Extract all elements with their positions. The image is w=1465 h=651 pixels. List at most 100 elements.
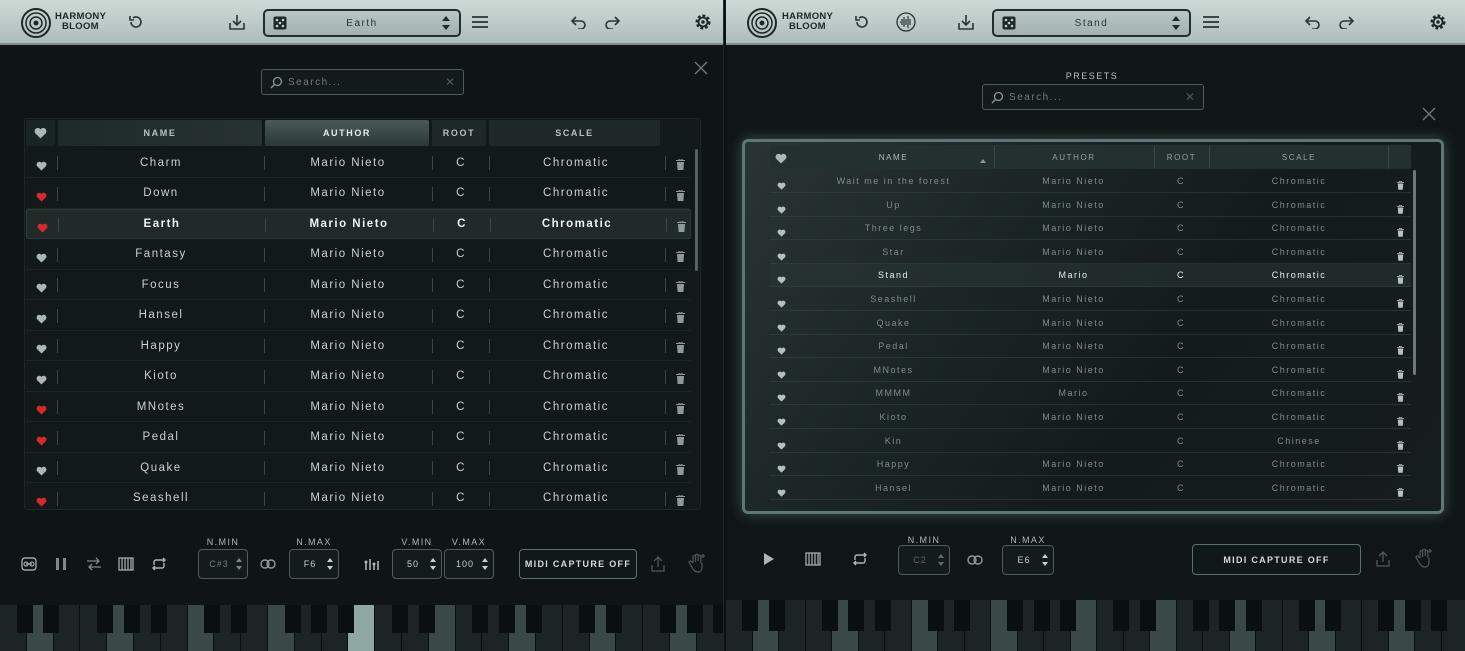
delete-trash-icon[interactable] [1397, 177, 1404, 195]
delete-trash-icon[interactable] [676, 188, 685, 206]
black-key[interactable] [150, 605, 167, 633]
table-row[interactable]: Three legs Mario Nieto C Chromatic [770, 217, 1411, 241]
stepper-arrows-icon[interactable] [327, 556, 333, 572]
delete-trash-icon[interactable] [676, 493, 685, 510]
favorite-heart-icon[interactable] [777, 248, 786, 266]
column-header-author[interactable]: AUTHOR [265, 120, 429, 146]
table-row[interactable]: Earth Mario Nieto C Chromatic [26, 209, 691, 239]
stepper-arrows-icon[interactable] [938, 552, 944, 568]
table-row[interactable]: MMMM Mario C Chromatic [770, 382, 1411, 407]
column-header-scale[interactable]: SCALE [1209, 145, 1389, 169]
export-upload-icon[interactable] [650, 555, 666, 573]
sort-ascending-icon[interactable] [980, 159, 986, 163]
black-key[interactable] [1378, 600, 1395, 631]
delete-trash-icon[interactable] [676, 157, 685, 175]
table-row[interactable]: Up Mario Nieto C Chromatic [770, 194, 1411, 217]
undo-icon[interactable] [1301, 10, 1325, 34]
piano-keys-icon[interactable] [804, 551, 822, 567]
table-row[interactable]: MNotes Mario Nieto C Chromatic [26, 392, 691, 422]
velocity-icon[interactable] [363, 555, 381, 573]
favorite-heart-icon[interactable] [777, 177, 786, 195]
menu-icon[interactable] [468, 10, 492, 34]
piano-keyboard[interactable] [0, 605, 723, 651]
preset-selector[interactable]: Earth [263, 9, 461, 37]
column-header-name[interactable]: NAME [795, 145, 992, 169]
save-download-icon[interactable] [225, 10, 249, 34]
stepper-arrows-icon[interactable] [430, 556, 436, 572]
black-key[interactable] [742, 600, 759, 631]
loop-icon[interactable] [150, 556, 168, 572]
swap-arrows-icon[interactable] [85, 556, 103, 572]
delete-trash-icon[interactable] [1397, 319, 1404, 337]
table-row[interactable]: Down Mario Nieto C Chromatic [26, 179, 691, 209]
stepper-arrows-icon[interactable] [236, 556, 242, 572]
waveform-icon[interactable] [894, 10, 918, 34]
black-key[interactable] [713, 605, 723, 633]
favorite-heart-icon[interactable] [777, 484, 786, 502]
table-row[interactable]: Pedal Mario Nieto C Chromatic [770, 335, 1411, 360]
table-row[interactable]: Focus Mario Nieto C Chromatic [26, 270, 691, 300]
redo-icon[interactable] [1334, 10, 1358, 34]
favorite-heart-icon[interactable] [777, 366, 786, 384]
link-range-icon[interactable] [259, 557, 277, 571]
favorite-heart-icon[interactable] [36, 341, 47, 359]
black-key[interactable] [123, 605, 140, 633]
table-row[interactable]: Kioto Mario Nieto C Chromatic [770, 406, 1411, 429]
delete-trash-icon[interactable] [1397, 389, 1404, 407]
delete-trash-icon[interactable] [1397, 484, 1404, 502]
table-row[interactable]: Seashell Mario Nieto C Chromatic [770, 288, 1411, 311]
black-key[interactable] [1431, 600, 1448, 631]
piano-keys-icon[interactable] [117, 556, 135, 572]
midi-link-toggle-icon[interactable] [20, 556, 38, 572]
table-row[interactable]: Happy Mario Nieto C Chromatic [770, 453, 1411, 477]
favorite-heart-icon[interactable] [36, 311, 47, 329]
delete-trash-icon[interactable] [676, 401, 685, 419]
table-row[interactable]: Kin C Chinese [770, 430, 1411, 453]
settings-gear-icon[interactable] [1426, 10, 1450, 34]
column-header-author[interactable]: AUTHOR [994, 145, 1153, 169]
delete-trash-icon[interactable] [677, 219, 686, 237]
table-row[interactable]: Seashell Mario Nieto C Chromatic [26, 484, 691, 510]
delete-trash-icon[interactable] [676, 279, 685, 297]
table-row[interactable]: Pedal Mario Nieto C Chromatic [26, 423, 691, 453]
black-key[interactable] [579, 605, 596, 633]
table-row[interactable]: Happy Mario Nieto C Chromatic [26, 331, 691, 361]
black-key[interactable] [1007, 600, 1024, 631]
midi-capture-button[interactable]: MIDI CAPTURE OFF [1192, 544, 1361, 575]
black-key[interactable] [338, 605, 355, 633]
favorite-heart-icon[interactable] [36, 433, 47, 451]
black-key[interactable] [686, 605, 703, 633]
delete-trash-icon[interactable] [1397, 437, 1404, 455]
pause-icon[interactable] [54, 556, 68, 572]
clear-search-icon[interactable]: ✕ [445, 75, 455, 89]
nmin-stepper[interactable]: C#3 [198, 549, 248, 579]
fav-column-heart-icon[interactable] [775, 151, 787, 169]
black-key[interactable] [1245, 600, 1262, 631]
black-key[interactable] [927, 600, 944, 631]
preset-search-input[interactable]: Search... ✕ [261, 69, 464, 95]
column-header-root[interactable]: ROOT [1154, 145, 1208, 169]
favorite-heart-icon[interactable] [777, 437, 786, 455]
table-row[interactable]: Wait me in the forest Mario Nieto C Chromat… [770, 170, 1411, 193]
table-row[interactable]: Charm Mario Nieto C Chromatic [26, 148, 691, 178]
black-key[interactable] [1298, 600, 1315, 631]
scrollbar-thumb[interactable] [695, 149, 698, 271]
close-browser-icon[interactable] [693, 60, 709, 76]
black-key[interactable] [821, 600, 838, 631]
redo-icon[interactable] [600, 10, 624, 34]
favorite-heart-icon[interactable] [36, 463, 47, 481]
delete-trash-icon[interactable] [676, 310, 685, 328]
link-range-icon[interactable] [966, 553, 984, 567]
reset-icon[interactable] [124, 10, 148, 34]
delete-trash-icon[interactable] [1397, 366, 1404, 384]
close-browser-icon[interactable] [1421, 106, 1437, 122]
favorite-heart-icon[interactable] [777, 271, 786, 289]
black-key[interactable] [499, 605, 516, 633]
delete-trash-icon[interactable] [1397, 295, 1404, 313]
delete-trash-icon[interactable] [1397, 342, 1404, 360]
preset-up-down-arrows-icon[interactable] [441, 14, 451, 32]
black-key[interactable] [1139, 600, 1156, 631]
favorite-heart-icon[interactable] [36, 372, 47, 390]
fav-column-heart-icon[interactable] [26, 120, 55, 146]
menu-icon[interactable] [1199, 10, 1223, 34]
